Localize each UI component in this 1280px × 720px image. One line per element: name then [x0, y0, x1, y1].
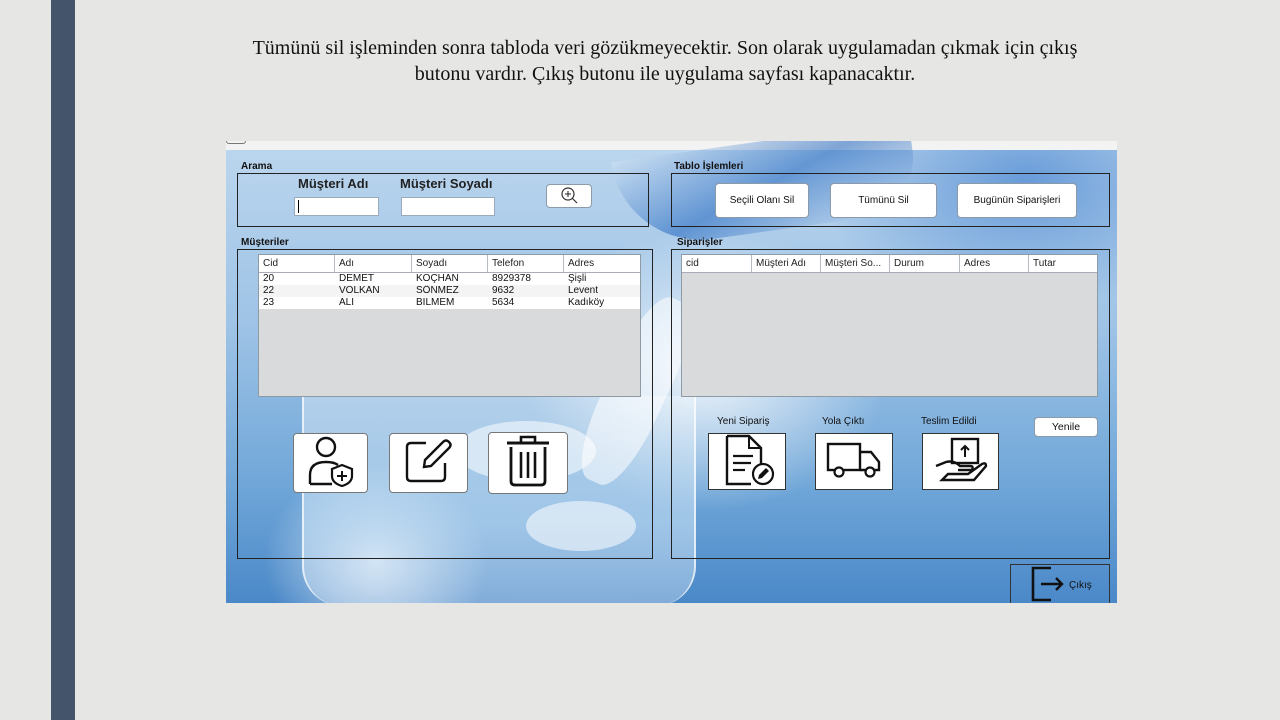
caption-line-1: Tümünü sil işleminden sonra tabloda veri… — [252, 37, 1078, 59]
table-cell: VOLKAN — [339, 285, 380, 296]
table-cell: Kadıköy — [568, 297, 605, 308]
app-top-corner — [226, 141, 246, 144]
table-cell: Şişli — [568, 273, 587, 284]
new-order-label: Yeni Sipariş — [717, 416, 770, 427]
delete-customer-button[interactable] — [488, 432, 568, 494]
customers-table-header: Cid Adı Soyadı Telefon Adres — [259, 255, 640, 273]
first-name-label: Müşteri Adı — [298, 176, 369, 191]
column-header[interactable]: Soyadı — [412, 255, 488, 272]
document-edit-icon — [717, 434, 777, 490]
refresh-button[interactable]: Yenile — [1034, 417, 1098, 437]
delivered-button[interactable] — [922, 433, 999, 490]
package-hand-icon — [934, 436, 988, 488]
search-button[interactable] — [546, 184, 592, 208]
user-add-icon — [308, 435, 354, 491]
exit-label: Çıkış — [1069, 579, 1092, 591]
add-customer-button[interactable] — [293, 433, 368, 493]
column-header[interactable]: Müşteri So... — [821, 255, 890, 272]
orders-table-header: cid Müşteri Adı Müşteri So... Durum Adre… — [682, 255, 1097, 273]
orders-section-label: Siparişler — [677, 237, 723, 248]
app-top-strip — [226, 141, 1117, 150]
column-header[interactable]: Müşteri Adı — [752, 255, 821, 272]
column-header[interactable]: Adres — [960, 255, 1029, 272]
column-header[interactable]: Adı — [335, 255, 412, 272]
text-caret — [298, 200, 299, 213]
column-header[interactable]: Tutar — [1029, 255, 1097, 272]
column-header[interactable]: Adres — [564, 255, 640, 272]
table-ops-section-label: Tablo İşlemleri — [674, 161, 744, 172]
zoom-in-icon — [558, 186, 580, 207]
on-the-way-button[interactable] — [815, 433, 893, 490]
column-header[interactable]: Durum — [890, 255, 960, 272]
table-row[interactable]: 22 VOLKAN SÖNMEZ 9632 Levent — [259, 285, 640, 297]
exit-icon — [1031, 566, 1065, 604]
search-section-label: Arama — [241, 161, 273, 172]
table-cell: 9632 — [492, 285, 515, 296]
table-cell: 20 — [263, 273, 275, 284]
first-name-field[interactable] — [294, 197, 379, 216]
trash-icon — [505, 434, 551, 492]
delete-selected-button[interactable]: Seçili Olanı Sil — [715, 183, 809, 218]
table-cell: BİLMEM — [416, 297, 455, 308]
table-cell: DEMET — [339, 273, 374, 284]
slide-caption: Tümünü sil işleminden sonra tabloda veri… — [205, 35, 1125, 87]
truck-icon — [826, 440, 882, 484]
edit-customer-button[interactable] — [389, 433, 468, 493]
column-header[interactable]: cid — [682, 255, 752, 272]
last-name-label: Müşteri Soyadı — [400, 176, 493, 191]
delete-all-button[interactable]: Tümünü Sil — [830, 183, 937, 218]
table-cell: KOÇHAN — [416, 273, 459, 284]
table-cell: 8929378 — [492, 273, 531, 284]
exit-button[interactable]: Çıkış — [1010, 564, 1110, 603]
customers-table[interactable]: Cid Adı Soyadı Telefon Adres 20 DEMET KO… — [258, 254, 641, 397]
column-header[interactable]: Telefon — [488, 255, 564, 272]
table-row[interactable]: 23 ALİ BİLMEM 5634 Kadıköy — [259, 297, 640, 309]
customers-section-label: Müşteriler — [241, 237, 289, 248]
slide-sidebar-bar — [51, 0, 75, 720]
app-window-screenshot: Arama Müşteri Adı Müşteri Soyadı Tablo İ… — [226, 141, 1117, 603]
orders-table[interactable]: cid Müşteri Adı Müşteri So... Durum Adre… — [681, 254, 1098, 397]
table-cell: ALİ — [339, 297, 355, 308]
last-name-field[interactable] — [401, 197, 495, 216]
table-cell: SÖNMEZ — [416, 285, 459, 296]
caption-line-2: butonu vardır. Çıkış butonu ile uygulama… — [414, 63, 916, 85]
delivered-label: Teslim Edildi — [921, 416, 977, 427]
edit-icon — [404, 438, 454, 488]
new-order-button[interactable] — [708, 433, 786, 490]
table-cell: 23 — [263, 297, 275, 308]
table-cell: 22 — [263, 285, 275, 296]
on-the-way-label: Yola Çıktı — [822, 416, 865, 427]
column-header[interactable]: Cid — [259, 255, 335, 272]
table-cell: Levent — [568, 285, 599, 296]
table-row[interactable]: 20 DEMET KOÇHAN 8929378 Şişli — [259, 273, 640, 285]
todays-orders-button[interactable]: Bugünün Siparişleri — [957, 183, 1077, 218]
table-cell: 5634 — [492, 297, 515, 308]
